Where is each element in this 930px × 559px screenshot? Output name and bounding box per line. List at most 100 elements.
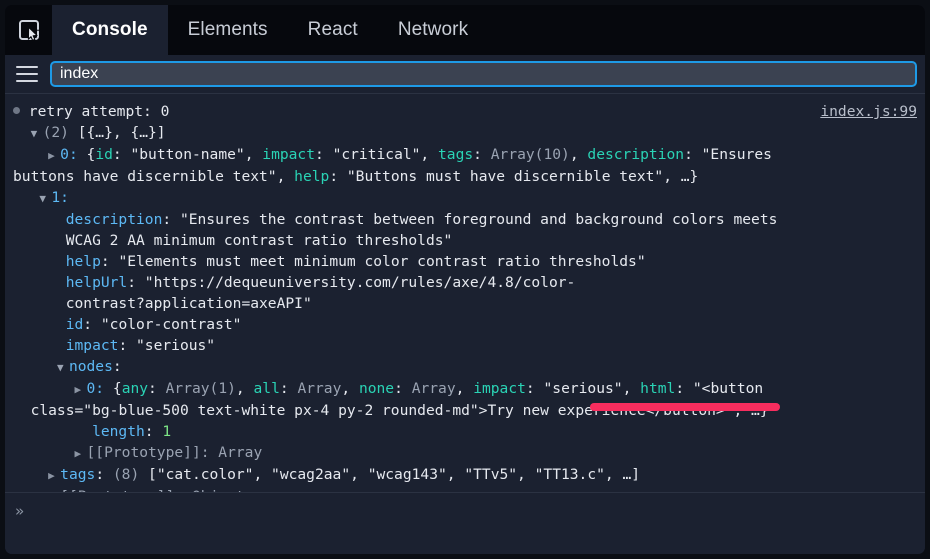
info-bullet-icon [13,107,20,114]
disclosure-triangle-closed-icon[interactable]: ▶ [48,465,60,486]
value-impact: : "serious" [118,337,216,354]
prop-description-value: : "Ensures [684,146,772,163]
brace-open-2: { [112,380,122,397]
tab-elements-label: Elements [187,19,268,40]
hamburger-bar [16,80,38,82]
hamburger-bar [16,73,38,75]
colon-1: : [473,146,491,163]
prop-description-cont: buttons have discernible text", [13,168,295,185]
devtools-window: Console Elements React Network index ind… [0,0,930,559]
disclosure-triangle-closed-icon[interactable]: ▶ [75,379,87,400]
comma-any: , [235,380,254,397]
log-row-prototype-array[interactable]: ▶ [[Prototype]]: Array [13,442,917,464]
log-row-description: description: "Ensures the contrast betwe… [13,209,917,251]
value-help: : "Elements must meet minimum color cont… [100,253,646,270]
log-row-helpurl: helpUrl: "https://dequeuniversity.com/ru… [13,272,917,314]
colon-nodes: : [112,358,122,375]
prop-id: id [95,146,113,163]
colon-all: : [279,380,298,397]
prop-description: description [587,146,685,163]
log-row-impact: impact: "serious" [13,335,917,356]
log-message-text: retry attempt: 0 [28,103,170,120]
nodes-index-0: 0: [86,380,105,397]
prop-none-value: Array [411,380,456,397]
prop-tags: tags [438,146,474,163]
try-new-experience-underline [590,403,780,411]
console-filter-bar [5,55,925,94]
log-row-item-1[interactable]: ▼ 1: [13,187,917,209]
tab-react[interactable]: React [288,5,378,55]
colon-tags: : [95,466,113,483]
prop-all: all [253,380,280,397]
tags-count: (8) [112,466,140,483]
key-help: help [65,253,101,270]
log-row-nodes[interactable]: ▼ nodes: [13,356,917,378]
colon-length: : [144,423,163,440]
value-id: : "color-contrast" [83,316,242,333]
log-row-message: retry attempt: 0 [13,101,917,122]
prop-impact: impact [262,146,315,163]
tab-console-label: Console [72,19,148,40]
colon-any: : [148,380,166,397]
inspect-element-icon[interactable] [5,5,52,55]
disclosure-triangle-open-icon[interactable]: ▼ [31,123,43,144]
log-row-nodes-item-0[interactable]: ▶ 0: {any: Array(1), all: Array, none: Ar… [13,378,917,421]
devtools-panel: Console Elements React Network index ind… [5,5,925,554]
prop-impact-2-value: : "serious", [525,380,641,397]
log-row-prototype-object[interactable]: ▶[[Prototype]]: Object [13,486,917,492]
disclosure-triangle-closed-icon[interactable]: ▶ [75,443,87,464]
hamburger-menu-icon[interactable] [14,62,40,86]
prop-none: none [358,380,395,397]
log-row-array-root[interactable]: ▼ (2) [{…}, {…}] [13,122,917,144]
colon-none: : [394,380,412,397]
comma-1: , [569,146,588,163]
console-log-area[interactable]: index.js:99 retry attempt: 0 ▼ (2) [{…}, … [5,94,925,492]
comma-none: , [455,380,474,397]
brace-open: { [86,146,96,163]
log-row-item-0[interactable]: ▶ 0: {id: "button-name", impact: "critica… [13,144,917,187]
console-filter-input[interactable] [50,61,917,87]
prop-html: html [640,380,676,397]
tab-elements[interactable]: Elements [168,5,288,55]
prop-html-value: : "<button [675,380,764,397]
key-id: id [65,316,84,333]
disclosure-triangle-open-icon[interactable]: ▼ [57,357,69,378]
array-index-0: 0: [60,146,78,163]
hamburger-bar [16,66,38,68]
devtools-tabbar: Console Elements React Network [5,5,925,55]
tab-network-label: Network [397,19,469,40]
prop-help-value: : "Buttons must have discernible text", … [329,168,699,185]
prop-impact-value: : "critical", [315,146,439,163]
key-description: description [65,211,163,228]
comma-all: , [341,380,359,397]
disclosure-triangle-closed-icon[interactable]: ▶ [48,487,60,492]
filter-input-wrap [50,61,917,87]
disclosure-triangle-open-icon[interactable]: ▼ [39,188,51,209]
prop-help: help [294,168,330,185]
log-row-id: id: "color-contrast" [13,314,917,335]
key-impact: impact [65,337,119,354]
key-helpurl: helpUrl [65,274,128,291]
value-helpurl-cont: contrast?application=axeAPI" [65,295,312,312]
disclosure-triangle-closed-icon[interactable]: ▶ [48,145,60,166]
value-description: : "Ensures the contrast between foregrou… [162,211,778,228]
key-length: length [92,423,145,440]
value-length: 1 [162,423,172,440]
tab-network[interactable]: Network [378,5,488,55]
log-row-length: length: 1 [13,421,917,442]
array-index-1: 1: [51,189,69,206]
log-row-tags[interactable]: ▶ tags: (8) ["cat.color", "wcag2aa", "wca… [13,464,917,486]
prompt-chevron-icon: » [15,502,25,520]
tab-console[interactable]: Console [52,5,168,55]
prop-any: any [121,380,149,397]
prop-tags-value: Array(10) [490,146,570,163]
prop-id-value: : "button-name", [112,146,263,163]
value-prototype-array: [[Prototype]]: Array [86,444,263,461]
console-prompt[interactable]: » [5,492,925,554]
value-description-cont: WCAG 2 AA minimum contrast ratio thresho… [65,232,453,249]
key-nodes: nodes [68,358,113,375]
tab-react-label: React [307,19,358,40]
key-tags: tags [60,466,96,483]
value-helpurl: : "https://dequeuniversity.com/rules/axe… [127,274,576,291]
prop-impact-2: impact [473,380,526,397]
